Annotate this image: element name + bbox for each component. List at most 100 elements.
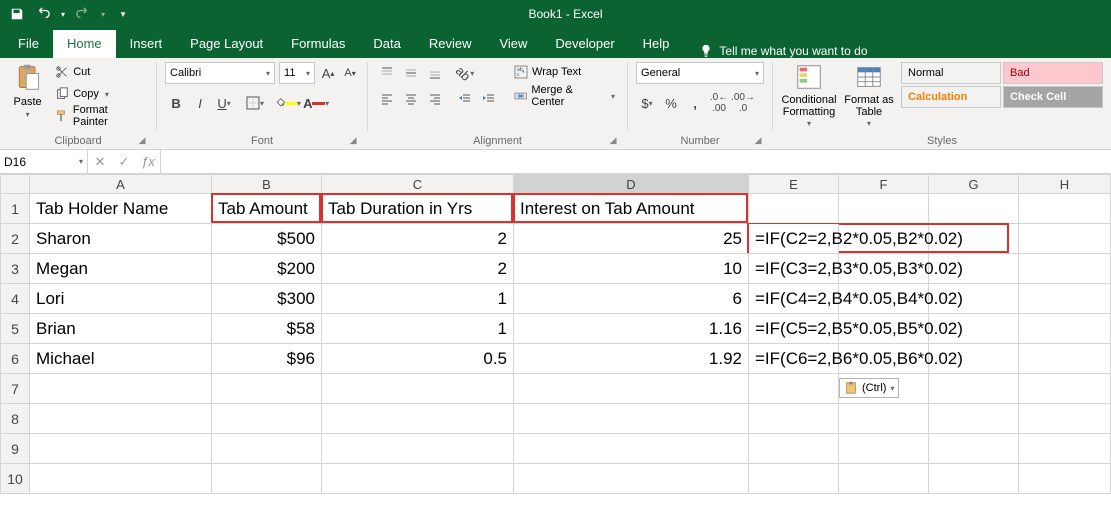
paste-button[interactable]: Paste ▾: [8, 62, 47, 126]
cell-A7[interactable]: [30, 374, 212, 404]
cell-A2[interactable]: Sharon: [30, 224, 212, 254]
clipboard-launcher[interactable]: ◢: [136, 135, 148, 147]
cell-E2[interactable]: =IF(C2=2,B2*0.05,B2*0.02): [749, 224, 839, 254]
cell-C7[interactable]: [322, 374, 514, 404]
column-header-A[interactable]: A: [30, 174, 212, 194]
cell-D6[interactable]: 1.92: [514, 344, 749, 374]
row-header-9[interactable]: 9: [0, 434, 30, 464]
cell-C9[interactable]: [322, 434, 514, 464]
select-all-corner[interactable]: [0, 174, 30, 194]
cell-H9[interactable]: [1019, 434, 1111, 464]
align-left-button[interactable]: [376, 88, 398, 110]
cell-B9[interactable]: [212, 434, 322, 464]
cell-B5[interactable]: $58: [212, 314, 322, 344]
font-name-combo[interactable]: Calibri▾: [165, 62, 275, 84]
align-middle-button[interactable]: [400, 62, 422, 84]
cell-D8[interactable]: [514, 404, 749, 434]
cell-G7[interactable]: [929, 374, 1019, 404]
cell-B1[interactable]: Tab Amount: [212, 194, 322, 224]
cell-E6[interactable]: =IF(C6=2,B6*0.05,B6*0.02): [749, 344, 839, 374]
cell-C3[interactable]: 2: [322, 254, 514, 284]
qat-customize[interactable]: ▾: [112, 3, 134, 25]
cell-G10[interactable]: [929, 464, 1019, 494]
cell-G9[interactable]: [929, 434, 1019, 464]
cell-B7[interactable]: [212, 374, 322, 404]
merge-center-button[interactable]: Merge & Center▾: [510, 86, 619, 106]
cell-D4[interactable]: 6: [514, 284, 749, 314]
tab-file[interactable]: File: [4, 30, 53, 58]
cell-D5[interactable]: 1.16: [514, 314, 749, 344]
cell-A9[interactable]: [30, 434, 212, 464]
enter-formula-button[interactable]: ✓: [112, 154, 136, 170]
cell-E5[interactable]: =IF(C5=2,B5*0.05,B5*0.02): [749, 314, 839, 344]
cell-A6[interactable]: Michael: [30, 344, 212, 374]
cell-C8[interactable]: [322, 404, 514, 434]
row-header-7[interactable]: 7: [0, 374, 30, 404]
cell-D7[interactable]: [514, 374, 749, 404]
cell-A5[interactable]: Brian: [30, 314, 212, 344]
cell-D2[interactable]: 25: [514, 224, 749, 254]
number-launcher[interactable]: ◢: [752, 135, 764, 147]
italic-button[interactable]: I: [189, 92, 211, 114]
redo-button[interactable]: [72, 3, 94, 25]
cell-styles-gallery[interactable]: Normal Bad Calculation Check Cell: [901, 62, 1103, 129]
number-format-combo[interactable]: General▾: [636, 62, 764, 84]
cell-H5[interactable]: [1019, 314, 1111, 344]
cell-C2[interactable]: 2: [322, 224, 514, 254]
wrap-text-button[interactable]: abcWrap Text: [510, 62, 619, 82]
cell-H7[interactable]: [1019, 374, 1111, 404]
cell-B4[interactable]: $300: [212, 284, 322, 314]
row-header-5[interactable]: 5: [0, 314, 30, 344]
row-header-1[interactable]: 1: [0, 194, 30, 224]
row-header-6[interactable]: 6: [0, 344, 30, 374]
tab-developer[interactable]: Developer: [541, 30, 628, 58]
font-size-combo[interactable]: 11▾: [279, 62, 315, 84]
tab-data[interactable]: Data: [359, 30, 414, 58]
worksheet-grid[interactable]: ABCDEFGH 1Tab Holder NameTab AmountTab D…: [0, 174, 1111, 494]
cell-C1[interactable]: Tab Duration in Yrs: [322, 194, 514, 224]
align-bottom-button[interactable]: [424, 62, 446, 84]
font-launcher[interactable]: ◢: [347, 135, 359, 147]
borders-button[interactable]: ▾: [244, 92, 266, 114]
format-painter-button[interactable]: Format Painter: [51, 106, 148, 126]
decrease-font-button[interactable]: A▾: [341, 62, 359, 84]
column-header-G[interactable]: G: [929, 174, 1019, 194]
insert-function-button[interactable]: ƒx: [136, 154, 160, 169]
cell-H8[interactable]: [1019, 404, 1111, 434]
accounting-format-button[interactable]: $▾: [636, 92, 658, 114]
cell-D1[interactable]: Interest on Tab Amount: [514, 194, 749, 224]
cell-F9[interactable]: [839, 434, 929, 464]
cell-F8[interactable]: [839, 404, 929, 434]
decrease-indent-button[interactable]: [454, 88, 476, 110]
cell-B2[interactable]: $500: [212, 224, 322, 254]
tab-page-layout[interactable]: Page Layout: [176, 30, 277, 58]
save-icon[interactable]: [6, 3, 28, 25]
undo-dropdown[interactable]: ▾: [58, 3, 68, 25]
tab-review[interactable]: Review: [415, 30, 486, 58]
cell-E9[interactable]: [749, 434, 839, 464]
style-calculation[interactable]: Calculation: [901, 86, 1001, 108]
bold-button[interactable]: B: [165, 92, 187, 114]
cell-A8[interactable]: [30, 404, 212, 434]
cell-G1[interactable]: [929, 194, 1019, 224]
cell-D10[interactable]: [514, 464, 749, 494]
undo-button[interactable]: [32, 3, 54, 25]
fill-color-button[interactable]: ▾: [275, 92, 301, 114]
cell-E3[interactable]: =IF(C3=2,B3*0.05,B3*0.02): [749, 254, 839, 284]
format-as-table-button[interactable]: Format as Table▾: [841, 62, 897, 129]
redo-dropdown[interactable]: ▾: [98, 3, 108, 25]
cell-B8[interactable]: [212, 404, 322, 434]
cell-A3[interactable]: Megan: [30, 254, 212, 284]
comma-format-button[interactable]: ,: [684, 92, 706, 114]
underline-button[interactable]: U▾: [213, 92, 235, 114]
row-header-8[interactable]: 8: [0, 404, 30, 434]
cell-D9[interactable]: [514, 434, 749, 464]
cell-H10[interactable]: [1019, 464, 1111, 494]
orientation-button[interactable]: ab▾: [454, 62, 476, 84]
cell-H4[interactable]: [1019, 284, 1111, 314]
row-header-2[interactable]: 2: [0, 224, 30, 254]
column-header-C[interactable]: C: [322, 174, 514, 194]
cell-H6[interactable]: [1019, 344, 1111, 374]
cell-B10[interactable]: [212, 464, 322, 494]
cell-F1[interactable]: [839, 194, 929, 224]
